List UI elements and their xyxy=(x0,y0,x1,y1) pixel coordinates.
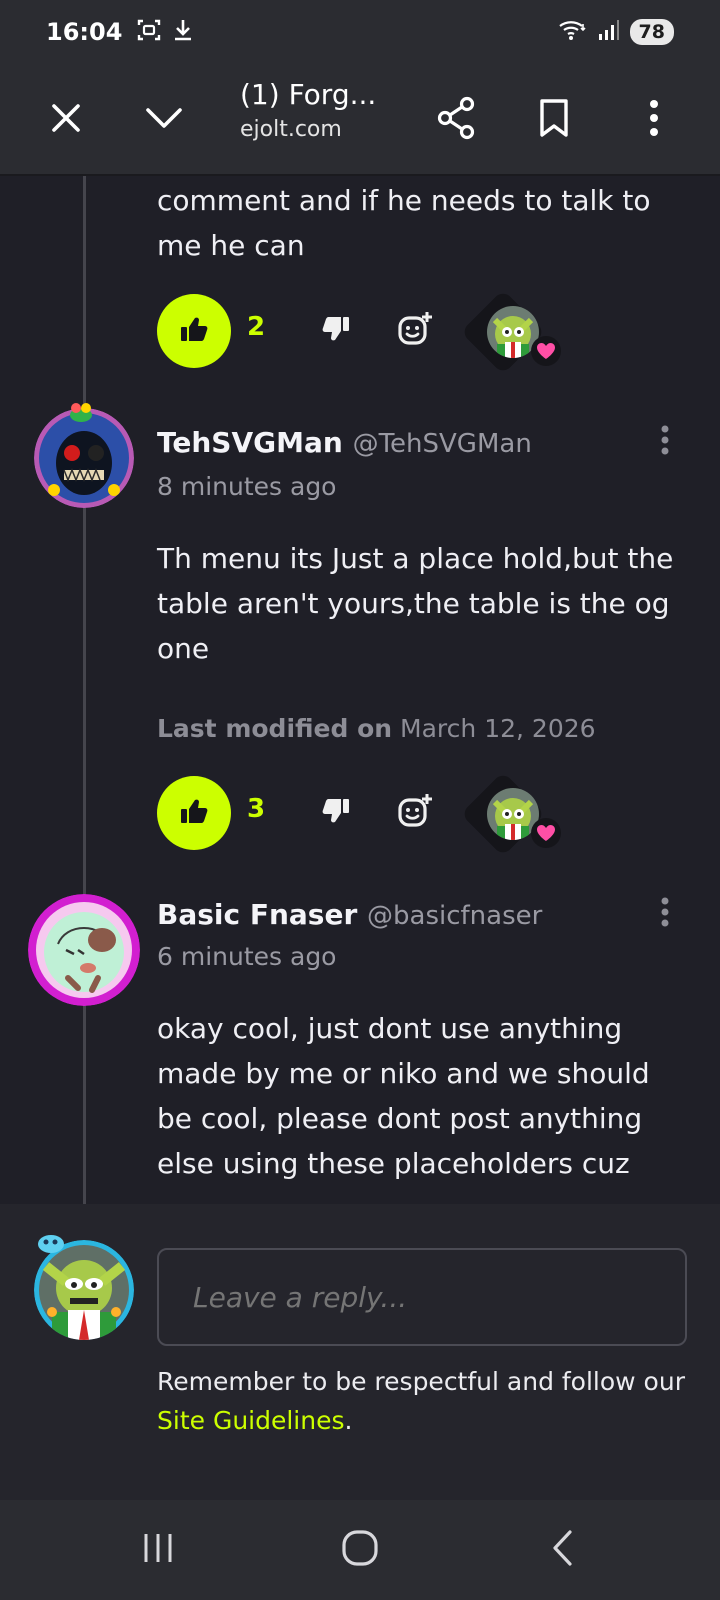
author-handle[interactable]: @basicfnaser xyxy=(367,901,542,931)
reminder-end: . xyxy=(344,1406,353,1435)
like-button[interactable] xyxy=(157,294,231,368)
comment-actions: 3 xyxy=(157,771,597,857)
chevron-down-icon xyxy=(144,105,184,135)
share-icon xyxy=(436,96,476,144)
reply-input[interactable] xyxy=(157,1248,687,1346)
dislike-button[interactable] xyxy=(313,790,359,836)
site-guidelines-link[interactable]: Site Guidelines xyxy=(157,1406,345,1435)
reminder-text: Remember to be respectful and follow our xyxy=(157,1367,685,1396)
add-reaction-button[interactable] xyxy=(393,308,439,354)
comment-more-button[interactable] xyxy=(650,894,680,934)
more-vertical-icon xyxy=(661,897,669,931)
back-button[interactable] xyxy=(532,1524,592,1576)
share-button[interactable] xyxy=(420,84,492,156)
status-bar: 16:04 78 xyxy=(0,0,720,64)
system-navigation-bar xyxy=(0,1500,720,1600)
bookmark-icon xyxy=(538,98,570,142)
thumbs-up-icon xyxy=(180,316,208,346)
home-icon xyxy=(341,1529,379,1571)
minimize-button[interactable] xyxy=(128,84,200,156)
more-vertical-icon xyxy=(649,99,659,141)
page-url: ejolt.com xyxy=(240,117,342,142)
thread-line xyxy=(83,176,86,1204)
author-name[interactable]: Basic Fnaser xyxy=(157,898,357,931)
author-handle[interactable]: @TehSVGMan xyxy=(353,429,532,459)
author-name[interactable]: TehSVGMan xyxy=(157,426,343,459)
comment-actions: 2 xyxy=(157,289,597,375)
add-reaction-button[interactable] xyxy=(393,790,439,836)
signal-icon xyxy=(598,19,620,45)
download-icon xyxy=(172,17,194,47)
page-title: (1) Forg... xyxy=(240,78,377,111)
wifi-icon xyxy=(558,18,588,46)
more-vertical-icon xyxy=(661,425,669,459)
modified-date: March 12, 2026 xyxy=(400,714,596,743)
comment-body: Th menu its Just a place hold,but the ta… xyxy=(157,542,674,665)
comment-timestamp[interactable]: 8 minutes ago xyxy=(157,472,336,501)
liker-avatar-group[interactable] xyxy=(460,771,563,857)
avatar-frame-decoration xyxy=(68,402,94,422)
like-count: 3 xyxy=(247,794,266,824)
comment-author[interactable]: Basic Fnaser @basicfnaser xyxy=(157,898,542,931)
status-time: 16:04 xyxy=(46,18,123,46)
screenshot-icon xyxy=(136,17,162,47)
dislike-button[interactable] xyxy=(313,308,359,354)
like-button[interactable] xyxy=(157,776,231,850)
avatar[interactable] xyxy=(34,408,134,508)
recent-apps-icon xyxy=(141,1531,175,1569)
comment-body: comment and if he needs to talk to me he… xyxy=(157,184,651,262)
comment-more-button[interactable] xyxy=(650,422,680,462)
last-modified: Last modified on March 12, 2026 xyxy=(157,714,596,743)
home-button[interactable] xyxy=(330,1524,390,1576)
avatar xyxy=(34,1240,134,1340)
more-options-button[interactable] xyxy=(618,84,690,156)
add-reaction-icon xyxy=(398,311,434,351)
close-icon xyxy=(49,101,83,139)
browser-toolbar: (1) Forg... ejolt.com xyxy=(0,64,720,176)
heart-icon xyxy=(531,336,561,366)
avatar-frame-decoration xyxy=(36,1232,66,1254)
reply-composer: Remember to be respectful and follow our… xyxy=(0,1204,720,1500)
guidelines-reminder: Remember to be respectful and follow our… xyxy=(157,1362,697,1440)
modified-label: Last modified on xyxy=(157,714,393,743)
page-title-block[interactable]: (1) Forg... ejolt.com xyxy=(240,78,410,142)
recent-apps-button[interactable] xyxy=(128,1524,188,1576)
comment-author[interactable]: TehSVGMan @TehSVGMan xyxy=(157,426,532,459)
back-icon xyxy=(550,1529,574,1571)
comment-timestamp[interactable]: 6 minutes ago xyxy=(157,942,336,971)
like-count: 2 xyxy=(247,312,266,342)
avatar[interactable] xyxy=(28,894,140,1006)
close-tab-button[interactable] xyxy=(30,84,102,156)
thumbs-down-icon xyxy=(322,316,350,346)
bookmark-button[interactable] xyxy=(518,84,590,156)
battery-indicator: 78 xyxy=(629,19,674,45)
liker-avatar-group[interactable] xyxy=(460,289,563,375)
heart-icon xyxy=(531,818,561,848)
comments-feed[interactable]: comment and if he needs to talk to me he… xyxy=(0,176,720,1204)
add-reaction-icon xyxy=(398,793,434,833)
thumbs-up-icon xyxy=(180,798,208,828)
comment-body: okay cool, just dont use anything made b… xyxy=(157,1012,650,1180)
thumbs-down-icon xyxy=(322,798,350,828)
